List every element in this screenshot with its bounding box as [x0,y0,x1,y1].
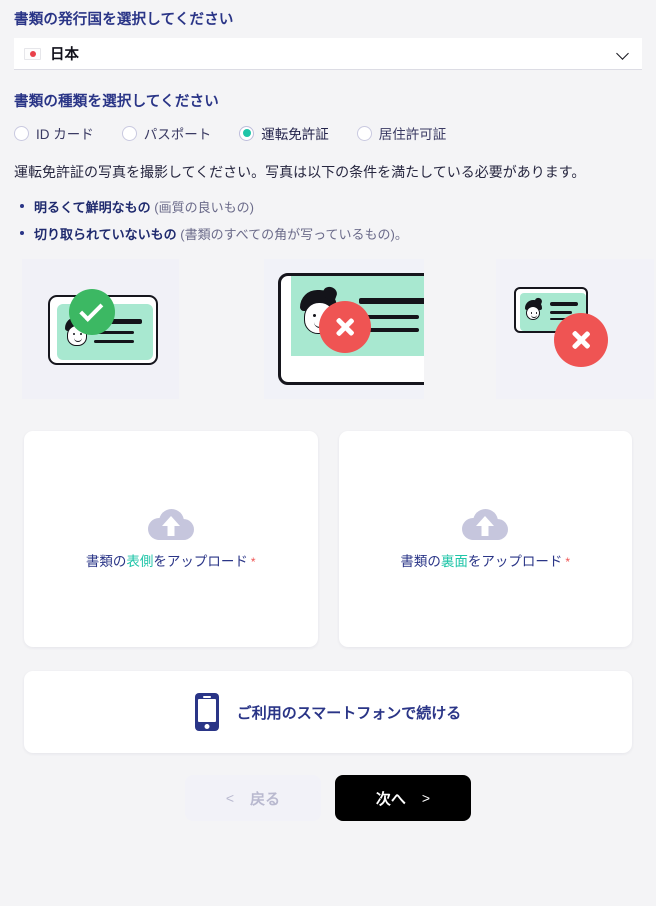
next-button[interactable]: 次へ > [335,775,471,822]
check-circle-icon [69,289,115,336]
radio-indicator [239,125,255,141]
smartphone-icon [194,693,219,732]
chevron-down-icon[interactable] [617,47,630,60]
radio-option-id-card[interactable]: ID カード [14,123,94,143]
list-item: 明るくて鮮明なもの (画質の良いもの) [14,197,642,216]
good-example-illustration [22,259,179,400]
next-arrow-icon: > [421,790,431,807]
doctype-radio-group: ID カード パスポート 運転免許証 居住許可証 [14,123,642,143]
upload-label-suffix: をアップロード [467,554,563,570]
upload-back-label: 書類の裏面をアップロード * [400,550,570,570]
face-icon [524,300,542,321]
upload-label-prefix: 書類の [400,554,441,570]
required-marker: * [250,555,256,570]
radio-label: ID カード [36,127,94,142]
radio-label: 運転免許証 [261,127,329,142]
list-item: 切り取られていないもの (書類のすべての角が写っているもの)。 [14,224,642,243]
radio-option-residence-permit[interactable]: 居住許可証 [356,123,447,143]
upload-label-suffix: をアップロード [153,554,248,570]
back-button-label: 戻る [250,790,281,808]
bullet-rest: (書類のすべての角が写っているもの)。 [176,227,408,243]
required-marker: * [565,555,571,570]
radio-indicator [121,125,137,141]
footer-navigation: < 戻る 次へ > [14,775,642,822]
continue-on-smartphone-label: ご利用のスマートフォンで続ける [236,704,462,722]
next-button-label: 次へ [375,790,406,808]
cloud-upload-icon [462,508,509,541]
upload-label-highlight: 表側 [126,554,154,570]
upload-area: 書類の表側をアップロード * 書類の裏面をアップロード * [14,431,642,648]
radio-indicator [356,125,372,141]
radio-indicator [14,125,29,141]
country-select-value: 日本 [50,47,79,63]
upload-back-card[interactable]: 書類の裏面をアップロード * [338,431,632,648]
radio-option-drivers-license[interactable]: 運転免許証 [239,123,329,143]
back-arrow-icon: < [225,790,235,807]
x-circle-icon [319,301,371,354]
upload-front-label: 書類の表側をアップロード * [86,550,256,570]
too-far-example-illustration [496,259,654,400]
requirements-list: 明るくて鮮明なもの (画質の良いもの) 切り取られていないもの (書類のすべての… [14,197,642,243]
upload-label-prefix: 書類の [85,554,127,570]
country-select[interactable]: 日本 [14,38,642,70]
example-illustrations [14,259,654,400]
japan-flag-icon [24,47,41,60]
continue-on-smartphone-button[interactable]: ご利用のスマートフォンで続ける [24,671,632,754]
country-section-title: 書類の発行国を選択してください [14,12,234,28]
cropped-example-illustration [264,259,424,400]
radio-option-passport[interactable]: パスポート [121,123,212,143]
id-verification-page: 書類の発行国を選択してください 日本 書類の種類を選択してください ID カード… [0,0,656,906]
bullet-rest: (画質の良いもの) [150,200,254,216]
upload-label-highlight: 裏面 [440,554,468,570]
cloud-upload-icon [147,508,194,541]
upload-front-card[interactable]: 書類の表側をアップロード * [24,431,318,648]
x-circle-icon [554,313,608,368]
radio-label: パスポート [143,127,212,142]
bullet-strong: 明るくて鮮明なもの [34,200,151,216]
instructions-paragraph: 運転免許証の写真を撮影してください。写真は以下の条件を満たしている必要があります… [14,164,586,180]
bullet-strong: 切り取られていないもの [34,227,177,243]
radio-label: 居住許可証 [378,127,447,142]
doctype-section-title: 書類の種類を選択してください [14,94,219,110]
back-button[interactable]: < 戻る [185,775,321,822]
